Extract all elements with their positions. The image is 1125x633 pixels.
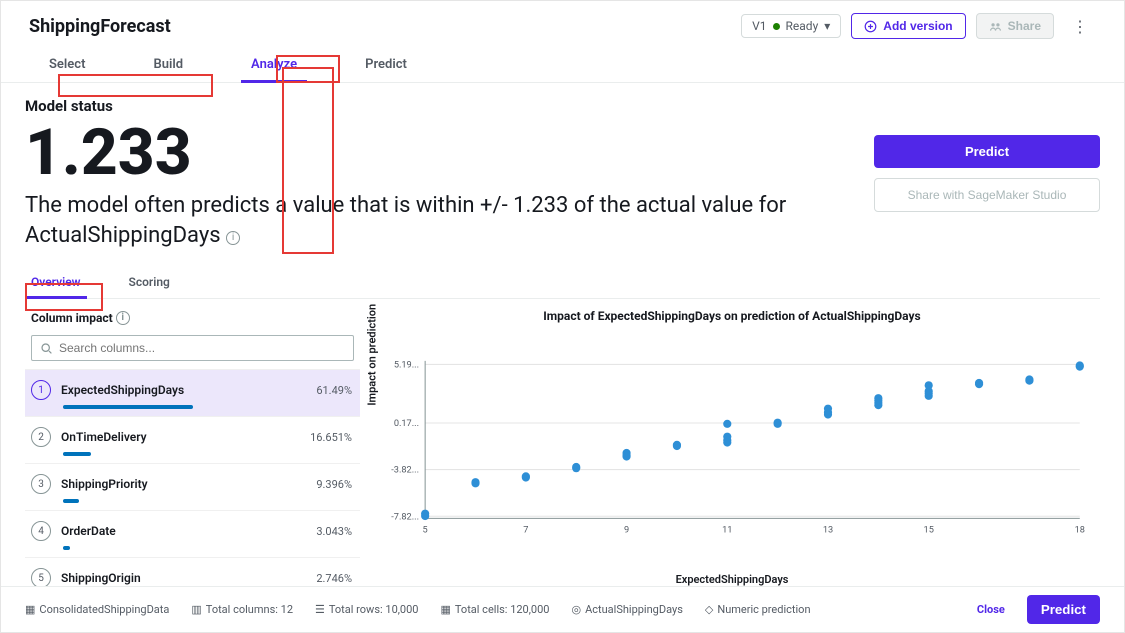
info-icon[interactable]: i — [226, 231, 240, 245]
impact-bar — [63, 499, 79, 503]
footer-cols: ▥Total columns: 12 — [191, 603, 293, 616]
add-version-label: Add version — [883, 19, 952, 33]
footer-rows: ☰Total rows: 10,000 — [315, 603, 418, 616]
scatter-plot: -7.82... -3.82... 0.17... 5.19... 5 7 9 11 13 15 1… — [374, 331, 1090, 569]
tab-select[interactable]: Select — [45, 47, 89, 82]
impact-percent: 61.49% — [298, 384, 352, 397]
x-axis-label: ExpectedShippingDays — [374, 573, 1090, 586]
cells-icon: ▦ — [440, 603, 450, 616]
content: Model status 1.233 The model often predi… — [1, 83, 1124, 586]
add-version-button[interactable]: Add version — [851, 13, 965, 39]
status-row: Model status 1.233 The model often predi… — [25, 97, 1100, 250]
impact-row[interactable]: 3 ShippingPriority 9.396% — [25, 463, 360, 510]
svg-text:18: 18 — [1075, 525, 1085, 536]
column-name: ShippingPriority — [61, 477, 288, 491]
status-dot-icon — [773, 23, 780, 30]
close-button[interactable]: Close — [977, 603, 1005, 616]
impact-list: 1 ExpectedShippingDays 61.49% 2 OnTimeDe… — [25, 369, 360, 586]
chevron-down-icon: ▾ — [824, 19, 830, 33]
rows-icon: ☰ — [315, 603, 325, 616]
status-description-text: The model often predicts a value that is… — [25, 193, 786, 248]
impact-percent: 9.396% — [298, 478, 352, 491]
rank-badge: 4 — [31, 521, 51, 541]
impact-row[interactable]: 5 ShippingOrigin 2.746% — [25, 557, 360, 586]
tab-analyze[interactable]: Analyze — [247, 47, 301, 82]
footer-type: ◇Numeric prediction — [705, 603, 811, 616]
column-impact-heading-text: Column impact — [31, 311, 113, 325]
version-selector[interactable]: V1 Ready ▾ — [741, 14, 841, 38]
share-label: Share — [1008, 19, 1041, 33]
svg-text:-3.82...: -3.82... — [391, 465, 419, 476]
main-tabs: Select Build Analyze Predict — [1, 47, 1124, 83]
rank-badge: 3 — [31, 474, 51, 494]
search-icon — [40, 342, 53, 355]
sub-tabs: Overview Scoring — [25, 266, 1100, 299]
chart-panel: Impact of ExpectedShippingDays on predic… — [360, 299, 1100, 586]
column-impact-heading: Column impact i — [31, 311, 360, 325]
svg-text:-7.82...: -7.82... — [391, 512, 419, 523]
impact-row[interactable]: 4 OrderDate 3.043% — [25, 510, 360, 557]
topbar: ShippingForecast V1 Ready ▾ Add version … — [1, 1, 1124, 47]
target-icon: ◎ — [571, 603, 581, 616]
share-studio-button[interactable]: Share with SageMaker Studio — [874, 178, 1100, 212]
svg-text:0.17...: 0.17... — [394, 418, 419, 429]
impact-percent: 2.746% — [298, 572, 352, 585]
column-search[interactable] — [31, 335, 354, 361]
body: Column impact i 1 ExpectedShippingDays 6… — [25, 299, 1100, 586]
impact-row[interactable]: 1 ExpectedShippingDays 61.49% — [25, 369, 360, 416]
column-name: OnTimeDelivery — [61, 430, 288, 444]
y-axis-label: Impact on prediction — [366, 304, 379, 406]
rank-badge: 1 — [31, 380, 51, 400]
svg-text:5.19...: 5.19... — [394, 360, 419, 371]
column-name: OrderDate — [61, 524, 288, 538]
tab-predict[interactable]: Predict — [361, 47, 411, 82]
footer-predict-button[interactable]: Predict — [1027, 595, 1100, 624]
status-metric: 1.233 — [25, 121, 854, 185]
plus-circle-icon — [864, 20, 877, 33]
dataset-icon: ▦ — [25, 603, 35, 616]
impact-bar — [63, 405, 193, 409]
impact-percent: 3.043% — [298, 525, 352, 538]
version-label: V1 — [752, 19, 766, 33]
footer-cells: ▦Total cells: 120,000 — [440, 603, 549, 616]
column-name: ExpectedShippingDays — [61, 383, 288, 397]
impact-row[interactable]: 2 OnTimeDelivery 16.651% — [25, 416, 360, 463]
overflow-menu[interactable]: ⋮ — [1064, 15, 1096, 38]
share-button[interactable]: Share — [976, 13, 1054, 39]
chart-area: Impact on prediction -7.82...-3.82...0.1… — [374, 331, 1090, 569]
impact-bar — [63, 452, 91, 456]
tab-build[interactable]: Build — [149, 47, 187, 82]
footer: ▦ConsolidatedShippingData ▥Total columns… — [1, 586, 1124, 632]
impact-percent: 16.651% — [298, 431, 352, 444]
people-icon — [989, 20, 1002, 33]
predict-button[interactable]: Predict — [874, 135, 1100, 168]
columns-icon: ▥ — [191, 603, 201, 616]
column-impact-panel: Column impact i 1 ExpectedShippingDays 6… — [25, 299, 360, 586]
search-input[interactable] — [59, 341, 345, 355]
svg-text:13: 13 — [823, 525, 833, 536]
subtab-scoring[interactable]: Scoring — [123, 266, 176, 298]
svg-text:15: 15 — [924, 525, 934, 536]
chart-title: Impact of ExpectedShippingDays on predic… — [374, 309, 1090, 323]
svg-text:7: 7 — [523, 525, 528, 536]
info-icon[interactable]: i — [116, 311, 130, 325]
status-panel: Model status 1.233 The model often predi… — [25, 97, 854, 250]
column-name: ShippingOrigin — [61, 571, 288, 585]
page-title: ShippingForecast — [29, 16, 731, 37]
footer-target: ◎ActualShippingDays — [571, 603, 682, 616]
rank-badge: 5 — [31, 568, 51, 586]
version-status: Ready — [786, 19, 819, 33]
rank-badge: 2 — [31, 427, 51, 447]
footer-dataset: ▦ConsolidatedShippingData — [25, 603, 169, 616]
impact-bar — [63, 546, 70, 550]
subtab-overview[interactable]: Overview — [25, 266, 87, 298]
type-icon: ◇ — [705, 603, 713, 616]
svg-text:11: 11 — [722, 525, 732, 536]
status-heading: Model status — [25, 97, 854, 115]
action-panel: Predict Share with SageMaker Studio — [874, 97, 1100, 250]
app-root: ShippingForecast V1 Ready ▾ Add version … — [0, 0, 1125, 633]
status-description: The model often predicts a value that is… — [25, 191, 805, 250]
svg-text:9: 9 — [624, 525, 629, 536]
svg-text:5: 5 — [423, 525, 428, 536]
